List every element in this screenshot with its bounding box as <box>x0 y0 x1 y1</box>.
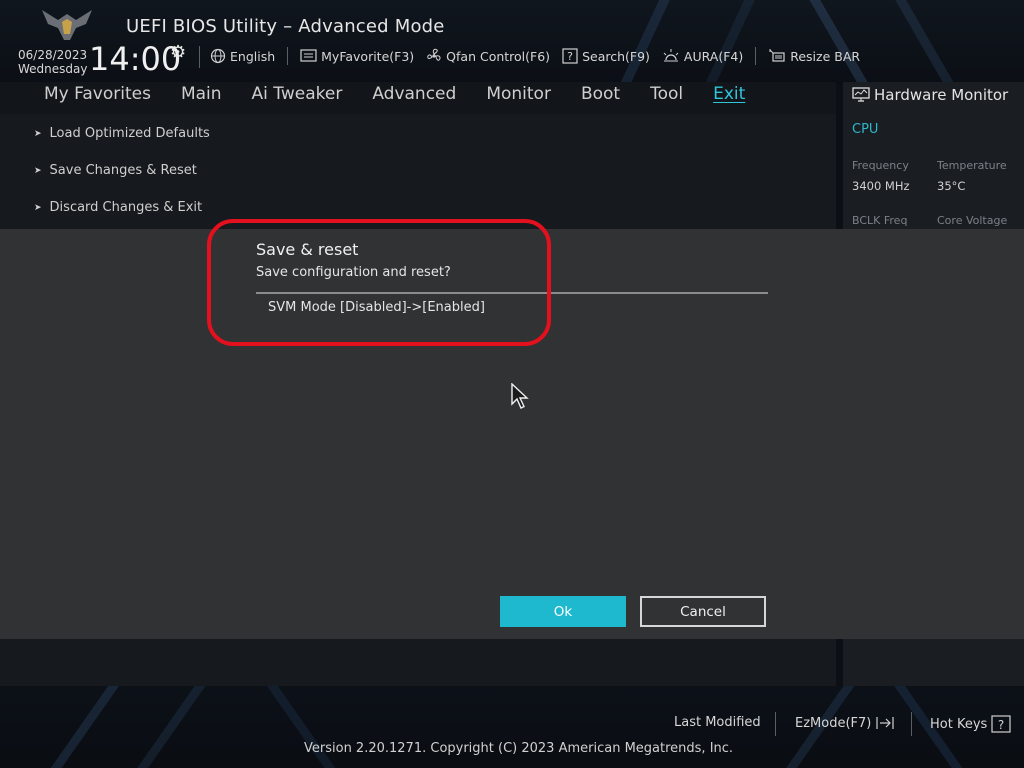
menu-item-save-changes-reset[interactable]: ➤ Save Changes & Reset <box>34 163 197 178</box>
question-box-icon: ? <box>562 48 578 64</box>
tuf-logo-icon <box>42 10 92 40</box>
menu-item-label: Discard Changes & Exit <box>49 200 203 215</box>
temperature-label: Temperature <box>937 159 1007 172</box>
date-display: 06/28/2023 Wednesday <box>18 48 87 76</box>
core-voltage-label: Core Voltage <box>937 214 1008 227</box>
hardware-monitor-title: Hardware Monitor <box>852 86 1008 104</box>
copyright-text: Version 2.20.1271. Copyright (C) 2023 Am… <box>304 741 734 756</box>
frequency-label: Frequency <box>852 159 909 172</box>
temperature-value: 35°C <box>937 179 966 193</box>
footer-divider <box>911 712 912 736</box>
bios-screen: UEFI BIOS Utility – Advanced Mode 06/28/… <box>0 0 1024 768</box>
tab-boot[interactable]: Boot <box>581 84 620 104</box>
resize-bar-icon <box>769 49 785 62</box>
chevron-right-icon: ➤ <box>34 165 42 176</box>
tab-main[interactable]: Main <box>181 84 222 104</box>
tab-ai-tweaker[interactable]: Ai Tweaker <box>252 84 343 104</box>
tab-advanced[interactable]: Advanced <box>372 84 456 104</box>
mouse-cursor-icon <box>511 383 529 409</box>
my-favorite-label: MyFavorite(F3) <box>321 48 415 64</box>
last-modified-button[interactable]: Last Modified <box>674 715 761 730</box>
toolbar-divider <box>755 47 757 65</box>
menu-item-load-optimized-defaults[interactable]: ➤ Load Optimized Defaults <box>34 126 210 141</box>
menu-item-discard-changes-exit[interactable]: ➤ Discard Changes & Exit <box>34 200 202 215</box>
search-button[interactable]: ? Search(F9) <box>562 48 650 64</box>
toolbar: English MyFavorite(F3) Qfan Control(F6) … <box>210 46 860 66</box>
language-button[interactable]: English <box>210 48 275 64</box>
question-box-icon: ? <box>991 715 1011 733</box>
menu-item-label: Save Changes & Reset <box>49 163 197 178</box>
ok-button[interactable]: Ok <box>500 596 626 627</box>
globe-icon <box>210 48 226 64</box>
ezmode-button[interactable]: EzMode(F7) <box>795 715 895 731</box>
my-favorite-button[interactable]: MyFavorite(F3) <box>300 49 414 64</box>
hardware-monitor-label: Hardware Monitor <box>874 86 1009 104</box>
date: 06/28/2023 <box>18 48 88 62</box>
svg-text:?: ? <box>998 718 1004 732</box>
resize-bar-button[interactable]: Resize BAR <box>768 48 860 64</box>
menu-item-label: Load Optimized Defaults <box>49 126 210 141</box>
monitor-icon <box>852 87 870 102</box>
header-divider <box>199 46 200 68</box>
ezmode-label: EzMode(F7) <box>795 715 872 731</box>
cancel-button[interactable]: Cancel <box>640 596 766 627</box>
aura-light-icon <box>663 49 679 62</box>
search-label: Search(F9) <box>582 48 650 64</box>
main-tabs: My Favorites Main Ai Tweaker Advanced Mo… <box>44 84 775 104</box>
fan-icon <box>427 48 441 61</box>
tab-exit[interactable]: Exit <box>713 84 745 104</box>
qfan-control-button[interactable]: Qfan Control(F6) <box>426 48 550 64</box>
tab-monitor[interactable]: Monitor <box>486 84 551 104</box>
clock: 14:00 <box>89 40 182 78</box>
tab-my-favorites[interactable]: My Favorites <box>44 84 151 104</box>
aura-label: AURA(F4) <box>683 48 744 64</box>
aura-button[interactable]: AURA(F4) <box>662 48 743 64</box>
app-title: UEFI BIOS Utility – Advanced Mode <box>126 16 445 37</box>
footer-divider <box>775 712 776 736</box>
exit-arrow-icon <box>876 717 894 729</box>
language-label: English <box>230 48 276 64</box>
chevron-right-icon: ➤ <box>34 128 42 139</box>
svg-text:?: ? <box>567 50 573 63</box>
favorite-list-icon <box>300 49 317 62</box>
highlight-ring <box>207 219 551 346</box>
hot-keys-button[interactable]: Hot Keys ? <box>930 715 1011 733</box>
toolbar-divider <box>287 47 289 65</box>
chevron-right-icon: ➤ <box>34 202 42 213</box>
weekday: Wednesday <box>18 62 88 76</box>
gear-icon[interactable]: ⚙ <box>170 42 186 63</box>
hw-section-cpu: CPU <box>852 122 879 137</box>
frequency-value: 3400 MHz <box>852 179 910 193</box>
bclk-freq-label: BCLK Freq <box>852 214 908 227</box>
qfan-control-label: Qfan Control(F6) <box>446 48 551 64</box>
hot-keys-label: Hot Keys <box>930 716 988 732</box>
last-modified-label: Last Modified <box>674 715 761 730</box>
resize-bar-label: Resize BAR <box>790 48 861 64</box>
tab-tool[interactable]: Tool <box>650 84 683 104</box>
